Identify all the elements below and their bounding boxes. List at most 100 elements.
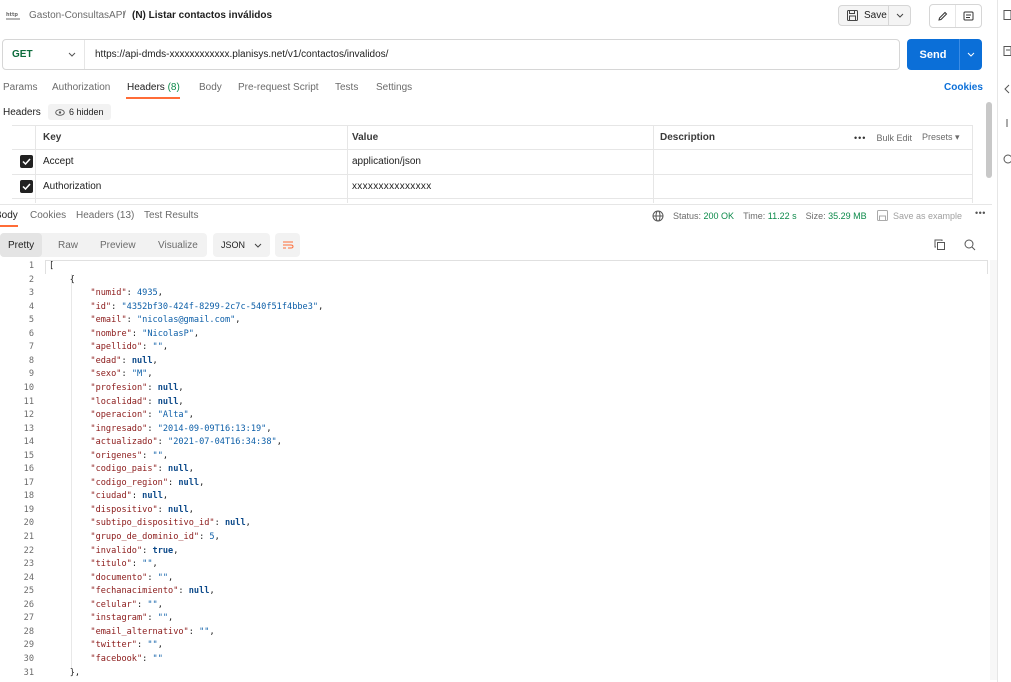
column-key: Key [43, 132, 62, 143]
code-line: 13 "ingresado": "2014-09-09T16:13:19", [0, 423, 990, 437]
header-key[interactable]: Accept [43, 156, 74, 167]
tab-response-cookies[interactable]: Cookies [30, 210, 66, 221]
view-pretty[interactable]: Pretty [0, 233, 43, 257]
header-row-checkbox[interactable] [20, 155, 33, 168]
workspace-breadcrumb[interactable]: Gaston-ConsultasAPI [29, 10, 125, 21]
line-number: 20 [23, 518, 34, 529]
editor-scrollbar[interactable] [990, 260, 997, 680]
json-key: "email_alternativo" [90, 626, 189, 637]
view-preview[interactable]: Preview [100, 233, 136, 257]
tab-pre-request-script[interactable]: Pre-request Script [238, 82, 319, 93]
tab-test-results[interactable]: Test Results [144, 210, 198, 221]
json-key: "subtipo_dispositivo_id" [90, 518, 215, 529]
code-line: 10 "profesion": null, [0, 382, 990, 396]
code-text: { [49, 274, 75, 285]
lightbulb-icon[interactable] [1003, 118, 1011, 128]
code-text: "localidad": null, [90, 396, 184, 407]
tab-authorization[interactable]: Authorization [52, 82, 110, 93]
presets-dropdown[interactable]: Presets ▾ [922, 132, 960, 143]
tab-headers[interactable]: Headers (8) [127, 82, 180, 93]
code-line: 8 "edad": null, [0, 355, 990, 369]
send-label: Send [919, 48, 947, 61]
globe-icon[interactable] [652, 210, 665, 222]
format-select[interactable]: JSON [213, 233, 270, 257]
header-actions: ••• Bulk Edit Presets ▾ [854, 132, 960, 143]
eye-icon [55, 108, 65, 116]
chevron-down-icon [967, 52, 975, 57]
tab-tests[interactable]: Tests [335, 82, 358, 93]
save-icon [847, 10, 858, 21]
cookies-link[interactable]: Cookies [944, 82, 983, 93]
line-number: 30 [23, 653, 34, 664]
checkmark-icon [22, 158, 31, 165]
url-input[interactable] [85, 49, 885, 60]
chevron-left-icon[interactable] [1003, 84, 1011, 94]
save-as-example-button[interactable]: Save as example [877, 210, 962, 221]
json-key: "dispositivo" [90, 504, 158, 515]
send-options-button[interactable] [959, 39, 982, 70]
line-number: 26 [23, 599, 34, 610]
edit-button[interactable] [930, 5, 955, 27]
tab-body[interactable]: Body [199, 82, 222, 93]
response-body-editor[interactable]: 1[2 {3 "numid": 4935, 4 "id": "4352bf30-4… [0, 260, 992, 682]
line-number: 1 [28, 261, 34, 271]
wrap-lines-button[interactable] [275, 233, 300, 257]
save-options-button[interactable] [889, 5, 911, 26]
search-icon[interactable] [964, 239, 976, 251]
header-row-checkbox[interactable] [20, 180, 33, 193]
json-key: "profesion" [90, 382, 148, 393]
json-key: "invalido" [90, 545, 143, 556]
more-options-icon[interactable]: ••• [975, 208, 986, 218]
view-visualize[interactable]: Visualize [158, 233, 198, 257]
tab-response-headers[interactable]: Headers (13) [76, 210, 134, 221]
json-value: "" [147, 640, 158, 651]
request-tabs: Params Authorization Headers (8) Body Pr… [0, 80, 992, 100]
header-value[interactable]: application/json [352, 156, 421, 167]
documentation-icon[interactable] [1003, 10, 1011, 20]
code-text: "profesion": null, [90, 382, 184, 393]
tab-response-body[interactable]: Body [0, 210, 18, 221]
request-tools [929, 4, 982, 28]
time-value[interactable]: 11.22 s [768, 211, 797, 221]
request-title[interactable]: (N) Listar contactos inválidos [132, 10, 272, 21]
tab-settings[interactable]: Settings [376, 82, 412, 93]
code-line: 27 "instagram": "", [0, 612, 990, 626]
bulk-edit-button[interactable]: Bulk Edit [876, 133, 912, 143]
line-number: 29 [23, 640, 34, 651]
code-text: "ingresado": "2014-09-09T16:13:19", [90, 423, 272, 434]
wrap-icon [282, 241, 294, 249]
info-icon[interactable] [1003, 154, 1011, 164]
json-key: "grupo_de_dominio_id" [90, 532, 200, 542]
json-value: "" [152, 342, 163, 353]
copy-icon[interactable] [934, 239, 946, 251]
code-text: "id": "4352bf30-424f-8299-2c7c-540f51f4b… [90, 301, 324, 312]
code-snippet-icon[interactable] [1003, 46, 1011, 56]
header-value[interactable]: xxxxxxxxxxxxxxx [352, 181, 432, 192]
save-as-example-label: Save as example [893, 210, 963, 221]
send-button[interactable]: Send [907, 39, 982, 70]
tab-params[interactable]: Params [3, 82, 37, 93]
code-text: "email_alternativo": "", [90, 626, 215, 637]
view-raw[interactable]: Raw [58, 233, 78, 257]
code-text: "grupo_de_dominio_id": 5, [90, 532, 220, 542]
code-text: "codigo_region": null, [90, 477, 205, 488]
json-value: null [157, 396, 179, 407]
code-line: 23 "titulo": "", [0, 558, 990, 572]
more-options-icon[interactable]: ••• [854, 133, 866, 143]
comments-button[interactable] [955, 5, 981, 27]
header-key[interactable]: Authorization [43, 181, 101, 192]
line-number: 16 [23, 464, 34, 475]
save-button[interactable]: Save [838, 5, 889, 26]
line-number: 17 [23, 477, 34, 488]
svg-text:http: http [6, 12, 18, 18]
code-text: "fechanacimiento": null, [90, 586, 215, 597]
size-value[interactable]: 35.29 MB [828, 211, 867, 221]
json-key: "numid" [90, 288, 127, 299]
json-key: "edad" [90, 355, 122, 366]
status-value[interactable]: 200 OK [704, 211, 735, 221]
headers-scrollbar[interactable] [986, 102, 992, 178]
json-value: "4352bf30-424f-8299-2c7c-540f51f4bbe3" [121, 301, 319, 312]
method-select[interactable]: GET [3, 40, 85, 69]
line-number: 11 [23, 396, 34, 407]
hidden-headers-toggle[interactable]: 6 hidden [48, 104, 111, 120]
